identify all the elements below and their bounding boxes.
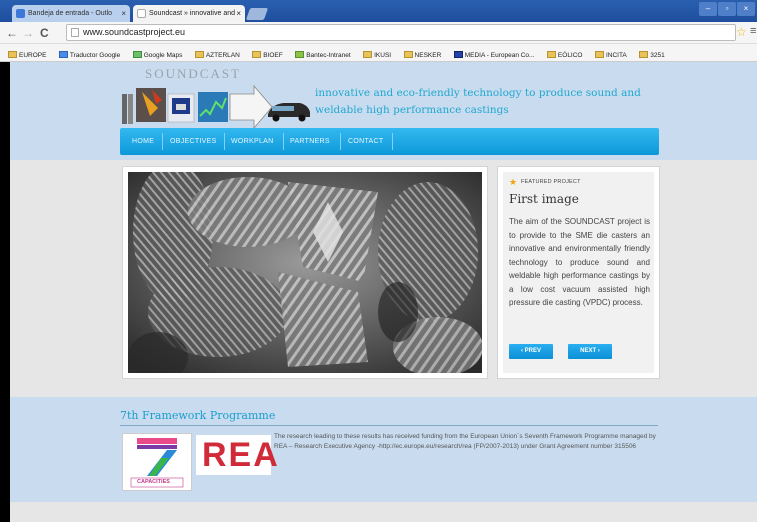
featured-title: First image [509, 192, 579, 206]
web-page: SOUNDCAST innovative and eco-friendly te… [10, 62, 757, 522]
folder-icon [194, 51, 204, 58]
tab-label: Soundcast » innovative and [149, 10, 236, 17]
star-icon: ★ [509, 177, 518, 187]
back-button[interactable]: ← [6, 25, 18, 41]
tab-label: Bandeja de entrada - Outlo [28, 10, 113, 17]
tab-bar: Bandeja de entrada - Outlo × Soundcast »… [0, 0, 757, 22]
image-slider [122, 166, 488, 379]
nav-divider [283, 133, 284, 150]
bookmark-star-icon[interactable]: ☆ [736, 25, 747, 39]
close-tab-icon[interactable]: × [121, 5, 126, 22]
main-navigation: HOME OBJECTIVES WORKPLAN PARTNERS CONTAC… [120, 128, 659, 155]
intranet-icon [295, 51, 305, 58]
close-tab-icon[interactable]: × [236, 5, 241, 22]
forward-button[interactable]: → [22, 25, 34, 41]
folder-icon [546, 51, 556, 58]
bookmark-item[interactable]: BIOEF [252, 47, 283, 61]
translate-icon [58, 51, 68, 58]
maximize-button[interactable]: ▫ [718, 2, 736, 16]
bookmark-item[interactable]: MEDIA - European Co... [453, 47, 534, 61]
folder-icon [594, 51, 604, 58]
nav-home[interactable]: HOME [132, 128, 154, 155]
site-tagline: innovative and eco-friendly technology t… [315, 87, 641, 116]
nav-workplan[interactable]: WORKPLAN [231, 128, 273, 155]
bookmark-item[interactable]: 3251 [639, 47, 665, 61]
nav-divider [162, 133, 163, 150]
browser-window: Bandeja de entrada - Outlo × Soundcast »… [0, 0, 757, 522]
tab-soundcast[interactable]: Soundcast » innovative and × [133, 5, 245, 22]
folder-icon [252, 51, 262, 58]
maps-icon [132, 51, 142, 58]
new-tab-button[interactable] [245, 8, 269, 20]
next-button[interactable]: NEXT › [568, 344, 612, 359]
folder-icon [8, 51, 17, 58]
close-window-button[interactable]: × [737, 2, 755, 16]
folder-icon [639, 51, 649, 58]
menu-icon[interactable]: ≡ [750, 25, 756, 37]
prev-button[interactable]: ‹ PREV [509, 344, 553, 359]
bookmark-item[interactable]: Google Maps [132, 47, 182, 61]
rea-logo[interactable]: REA [196, 435, 278, 475]
rea-logo-text: REA [202, 436, 280, 474]
nav-partners[interactable]: PARTNERS [290, 128, 330, 155]
framework-programme-heading: 7th Framework Programme [120, 409, 276, 422]
url-text: www.soundcastproject.eu [83, 27, 186, 37]
nav-divider [392, 133, 393, 150]
bookmarks-bar: EUROPE Traductor Google Google Maps AZTE… [0, 44, 757, 62]
bookmark-item[interactable]: IKUSI [363, 47, 391, 61]
featured-label: FEATURED PROJECT [521, 179, 581, 185]
page-icon [71, 28, 79, 37]
bookmark-item[interactable]: Traductor Google [58, 47, 120, 61]
window-controls: – ▫ × [699, 2, 755, 16]
featured-project-panel: ★ FEATURED PROJECT First image The aim o… [497, 166, 660, 379]
bookmark-item[interactable]: INCITA [594, 47, 627, 61]
process-logo-graphic[interactable] [122, 80, 312, 130]
microstructure-image[interactable] [128, 172, 482, 373]
address-bar-row: ← → C www.soundcastproject.eu ☆ ≡ [0, 22, 757, 44]
featured-content: ★ FEATURED PROJECT First image The aim o… [503, 172, 654, 373]
nav-contact[interactable]: CONTACT [348, 128, 383, 155]
fp7-capacities-logo[interactable]: CAPACITIES [122, 433, 192, 491]
capacities-label: CAPACITIES [137, 479, 170, 485]
bookmark-item[interactable]: EUROPE [8, 47, 46, 61]
funding-statement: The research leading to these results ha… [274, 433, 656, 450]
folder-icon [363, 51, 373, 58]
reload-button[interactable]: C [40, 25, 49, 41]
bookmark-item[interactable]: Bantec-Intranet [295, 47, 351, 61]
folder-icon [403, 51, 413, 58]
minimize-button[interactable]: – [699, 2, 717, 16]
bookmark-item[interactable]: EÓLICO [546, 47, 582, 61]
site-header: SOUNDCAST innovative and eco-friendly te… [10, 62, 757, 160]
tab-outlook[interactable]: Bandeja de entrada - Outlo × [12, 5, 130, 22]
footer-divider [120, 425, 658, 426]
media-icon [453, 51, 463, 58]
nav-divider [224, 133, 225, 150]
page-bottom [10, 502, 757, 522]
url-field[interactable]: www.soundcastproject.eu [66, 24, 736, 41]
nav-objectives[interactable]: OBJECTIVES [170, 128, 217, 155]
page-icon [137, 9, 146, 18]
site-footer: 7th Framework Programme CAPACITIES REA T… [10, 397, 757, 502]
mail-icon [16, 9, 25, 18]
nav-divider [340, 133, 341, 150]
bookmark-item[interactable]: NESKER [403, 47, 441, 61]
bookmark-item[interactable]: AZTERLAN [194, 47, 240, 61]
featured-description: The aim of the SOUNDCAST project is to p… [509, 217, 650, 307]
